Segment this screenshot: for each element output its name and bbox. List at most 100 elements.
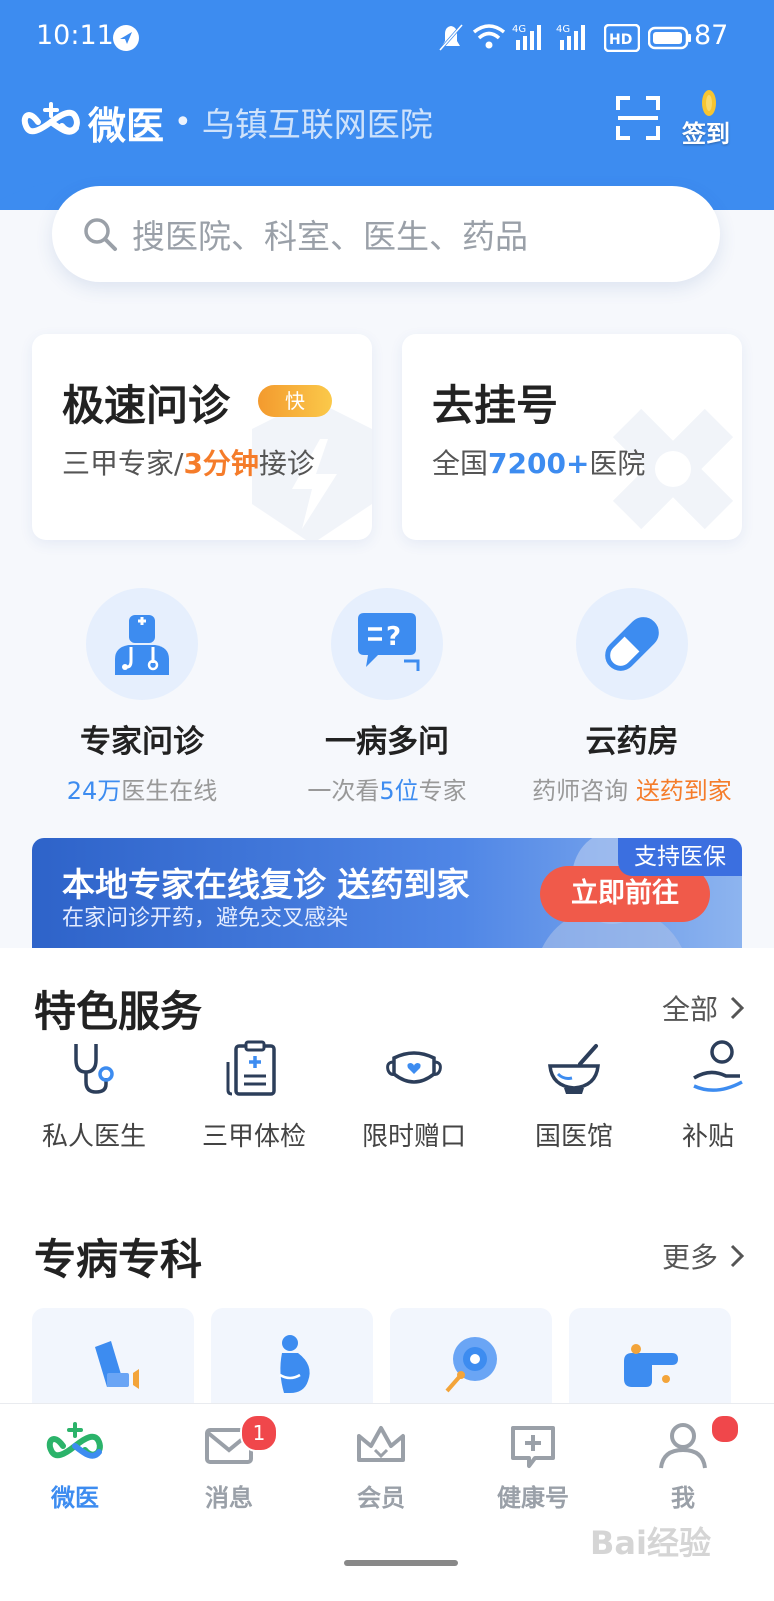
- cloud-pharmacy-title: 云药房: [585, 724, 679, 760]
- stethoscope-icon: [74, 1044, 114, 1094]
- message-count-badge: 1: [240, 1414, 278, 1452]
- expert-consult-button[interactable]: 专家问诊 24万医生在线: [22, 588, 262, 806]
- banner-title: 本地专家在线复诊 送药到家: [62, 865, 470, 904]
- doctor-icon: [115, 615, 169, 675]
- feature-label: 限时赠口: [361, 1122, 466, 1152]
- nav-label-messages: 消息: [205, 1484, 253, 1512]
- nav-profile[interactable]: 我: [608, 1414, 758, 1513]
- featured-all-label: 全部: [662, 993, 719, 1026]
- status-time: 10:11: [36, 20, 114, 51]
- nav-messages[interactable]: 消息 1: [154, 1414, 304, 1513]
- pregnancy-icon: [279, 1335, 310, 1393]
- inhaler-icon: [95, 1341, 139, 1389]
- wifi-icon: [472, 24, 506, 49]
- hand-pointing-icon: [624, 1344, 678, 1387]
- expert-consult-icon-bg: [86, 588, 198, 700]
- svg-text:HD: HD: [609, 32, 632, 48]
- feature-free-mask[interactable]: 限时赠口: [334, 1038, 494, 1153]
- medical-report-icon: [226, 1040, 276, 1096]
- weiyi-logo-icon: [21, 102, 80, 135]
- feature-checkup[interactable]: 三甲体检: [174, 1038, 334, 1153]
- location-icon: [113, 25, 139, 51]
- watermark: Bai经验: [590, 1524, 711, 1562]
- specialty-title: 专病专科: [34, 1235, 203, 1284]
- multi-opinion-subtitle: 一次看5位专家: [307, 777, 467, 805]
- specialty-card-asthma[interactable]: [32, 1308, 194, 1418]
- home-indicator[interactable]: [344, 1560, 458, 1566]
- feature-label: 补贴: [682, 1122, 735, 1152]
- status-bar: 10:11 4G 4G HD 87: [0, 0, 774, 78]
- chevron-right-icon: [730, 1244, 745, 1268]
- checkin-button[interactable]: 签到: [680, 88, 742, 148]
- signal-4g-icon: 4G: [556, 24, 585, 50]
- specialty-more-label: 更多: [662, 1241, 719, 1274]
- expert-consult-subtitle: 24万医生在线: [66, 777, 218, 805]
- nav-membership[interactable]: 会员: [306, 1420, 456, 1513]
- crown-icon: [357, 1426, 405, 1462]
- pill-icon: [605, 617, 659, 671]
- brand-name: 微医: [88, 103, 165, 148]
- nav-home[interactable]: 微医: [0, 1420, 150, 1513]
- mortar-icon: [548, 1044, 600, 1094]
- nav-label-profile: 我: [671, 1484, 695, 1512]
- target-organ-icon: [445, 1337, 497, 1393]
- promo-banner[interactable]: 本地专家在线复诊 送药到家 在家问诊开药，避免交叉感染 立即前往 支持医保: [32, 838, 742, 948]
- fast-consult-subtitle: 三甲专家/3分钟接诊: [62, 447, 315, 480]
- search-bar[interactable]: 搜医院、科室、医生、药品: [52, 186, 720, 282]
- specialty-card-pregnancy[interactable]: [211, 1308, 373, 1418]
- services-section: 特色服务 全部 私人医生 三甲体检 限时赠口 国医馆 补贴 专病专科 更多: [0, 948, 774, 1418]
- checkin-label: 签到: [682, 120, 730, 148]
- profile-icon: [659, 1423, 707, 1469]
- banner-subtitle: 在家问诊开药，避免交叉感染: [62, 906, 349, 931]
- cloud-pharmacy-subtitle: 药师咨询 送药到家: [532, 777, 732, 805]
- home-logo-icon: [46, 1422, 103, 1459]
- feature-label: 私人医生: [41, 1122, 146, 1152]
- hospital-name: 乌镇互联网医院: [201, 105, 433, 144]
- nav-label-membership: 会员: [357, 1484, 405, 1512]
- feature-private-doctor[interactable]: 私人医生: [14, 1038, 174, 1153]
- fast-badge: 快: [258, 385, 332, 417]
- mute-bell-icon: [438, 24, 464, 51]
- featured-all-link[interactable]: 全部: [662, 988, 748, 1028]
- nav-label-health: 健康号: [497, 1484, 569, 1512]
- svg-text:4G: 4G: [512, 24, 526, 35]
- specialty-more-link[interactable]: 更多: [662, 1236, 748, 1276]
- multi-opinion-title: 一病多问: [325, 724, 449, 760]
- hd-icon: HD: [604, 24, 640, 52]
- battery-level: 87: [694, 20, 729, 51]
- nav-label-home: 微医: [51, 1484, 99, 1512]
- health-plus-icon: [511, 1426, 555, 1468]
- insurance-tag: 支持医保: [618, 838, 742, 876]
- feature-subsidy[interactable]: 补贴: [654, 1038, 744, 1153]
- profile-red-dot: [710, 1414, 740, 1444]
- feature-label: 国医馆: [534, 1122, 613, 1152]
- expert-consult-title: 专家问诊: [80, 724, 204, 760]
- nav-health[interactable]: 健康号: [458, 1420, 608, 1513]
- cloud-pharmacy-icon-bg: [576, 588, 688, 700]
- signal-4g-icon: 4G: [512, 24, 541, 50]
- brand-bar: 微医 • 乌镇互联网医院: [20, 98, 433, 148]
- scan-icon[interactable]: [616, 96, 660, 140]
- register-card[interactable]: 去挂号 全国7200+医院: [402, 334, 742, 540]
- specialty-card-skin[interactable]: [569, 1308, 731, 1418]
- question-chat-icon: ?: [358, 613, 420, 671]
- svg-text:4G: 4G: [556, 24, 570, 35]
- multi-opinion-icon-bg: ?: [331, 588, 443, 700]
- cloud-pharmacy-button[interactable]: 云药房 药师咨询 送药到家: [512, 588, 752, 806]
- feature-tcm[interactable]: 国医馆: [494, 1038, 654, 1153]
- search-placeholder: 搜医院、科室、医生、药品: [132, 217, 528, 256]
- fast-consult-card[interactable]: 极速问诊 三甲专家/3分钟接诊: [32, 334, 372, 540]
- battery-icon: [648, 26, 691, 50]
- chevron-right-icon: [730, 996, 745, 1020]
- featured-title: 特色服务: [34, 987, 203, 1036]
- multi-opinion-button[interactable]: ? 一病多问 一次看5位专家: [267, 588, 507, 806]
- fast-consult-title: 极速问诊: [62, 381, 231, 430]
- subsidy-icon: [693, 1040, 743, 1092]
- specialty-card-gastro[interactable]: [390, 1308, 552, 1418]
- register-subtitle: 全国7200+医院: [432, 447, 646, 480]
- search-icon: [84, 218, 117, 251]
- svg-text:?: ?: [386, 622, 401, 652]
- brand-separator: •: [174, 104, 192, 140]
- bottom-nav: 微医 消息 1 会员 健康号 我: [0, 1403, 774, 1601]
- mask-icon: [386, 1051, 442, 1084]
